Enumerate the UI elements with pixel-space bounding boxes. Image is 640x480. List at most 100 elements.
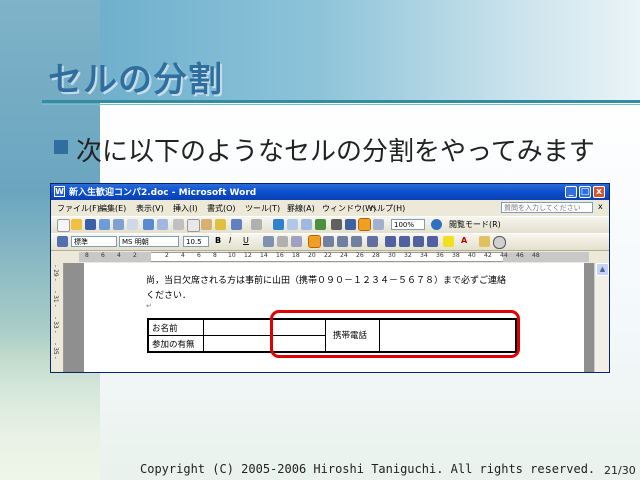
research-icon[interactable] bbox=[157, 219, 168, 230]
ruler-tick: 6 bbox=[101, 252, 105, 259]
increase-indent-icon[interactable] bbox=[427, 236, 438, 247]
cell-name-label[interactable]: お名前 bbox=[152, 322, 178, 334]
menu-format[interactable]: 書式(O) bbox=[207, 203, 236, 214]
bullet-square-icon bbox=[54, 140, 68, 154]
ruler-tick: 2 bbox=[165, 252, 169, 259]
scroll-up-button[interactable]: ▲ bbox=[596, 263, 609, 276]
paste-icon[interactable] bbox=[201, 219, 212, 230]
justify-icon[interactable] bbox=[351, 236, 362, 247]
italic-button[interactable]: I bbox=[229, 236, 231, 245]
table-col-divider bbox=[203, 320, 204, 351]
spelling-icon[interactable] bbox=[143, 219, 154, 230]
ruler-left-margin bbox=[79, 252, 151, 262]
numbering-icon[interactable] bbox=[385, 236, 396, 247]
close-document-icon[interactable]: x bbox=[598, 202, 603, 211]
ruler-tick: 26 bbox=[356, 252, 364, 259]
formatting-toolbar: 標準 MS 明朝 10.5 B I U A bbox=[51, 233, 609, 250]
show-hide-icon[interactable] bbox=[373, 219, 384, 230]
align-right-icon[interactable] bbox=[337, 236, 348, 247]
menu-edit[interactable]: 編集(E) bbox=[99, 203, 126, 214]
ruler-tick: 4 bbox=[181, 252, 185, 259]
hyperlink-icon[interactable] bbox=[273, 219, 284, 230]
ruler-tick: 18 bbox=[292, 252, 300, 259]
help-search-input[interactable]: 質問を入力してください bbox=[501, 202, 593, 213]
help-icon[interactable] bbox=[431, 219, 442, 230]
decrease-indent-icon[interactable] bbox=[413, 236, 424, 247]
ruler-tick: 10 bbox=[228, 252, 236, 259]
drawing-icon[interactable] bbox=[345, 219, 356, 230]
menu-table[interactable]: 罫線(A) bbox=[287, 203, 315, 214]
open-folder-icon[interactable] bbox=[71, 219, 82, 230]
line-spacing-icon[interactable] bbox=[367, 236, 378, 247]
ruler-tick: 14 bbox=[260, 252, 268, 259]
split-cell-highlight bbox=[270, 310, 520, 358]
ruler-tick: 32 bbox=[404, 252, 412, 259]
vruler-tick: - 33 - bbox=[52, 317, 59, 333]
undo-icon[interactable] bbox=[231, 219, 242, 230]
character-shading-icon[interactable] bbox=[277, 236, 288, 247]
style-select[interactable]: 標準 bbox=[71, 236, 117, 247]
ruler-tick: 34 bbox=[420, 252, 428, 259]
ruler-tick: 44 bbox=[500, 252, 508, 259]
font-color-button[interactable]: A bbox=[461, 236, 467, 245]
slide-title: セルの分割 bbox=[48, 60, 223, 100]
character-border-icon[interactable] bbox=[263, 236, 274, 247]
menu-insert[interactable]: 挿入(I) bbox=[173, 203, 198, 214]
print-preview-icon[interactable] bbox=[127, 219, 138, 230]
footer-copyright: Copyright (C) 2005-2006 Hiroshi Taniguch… bbox=[140, 462, 596, 476]
document-line-1[interactable]: 尚，当日欠席される方は事前に山田（携帯０９０－１２３４－５６７８）まで必ずご連絡 bbox=[146, 273, 506, 286]
copy-icon[interactable] bbox=[187, 219, 200, 232]
menu-bar: ファイル(F) 編集(E) 表示(V) 挿入(I) 書式(O) ツール(T) 罫… bbox=[51, 201, 609, 215]
styles-icon[interactable] bbox=[57, 236, 68, 247]
ruler-tick: 4 bbox=[117, 252, 121, 259]
vruler-tick: - 29 - bbox=[52, 265, 59, 281]
bold-button[interactable]: B bbox=[215, 236, 221, 245]
page-number: 21/30 bbox=[604, 464, 636, 477]
columns-icon[interactable] bbox=[331, 219, 342, 230]
cell-attend-label[interactable]: 参加の有無 bbox=[152, 338, 195, 350]
align-left-icon[interactable] bbox=[308, 235, 321, 248]
minimize-button[interactable]: _ bbox=[565, 186, 577, 198]
document-line-2[interactable]: ください． bbox=[146, 288, 191, 301]
window-title: 新入生歓迎コンパ2.doc - Microsoft Word bbox=[69, 188, 257, 198]
word-app-icon[interactable]: W bbox=[54, 186, 65, 197]
font-size-select[interactable]: 10.5 bbox=[183, 236, 209, 247]
vertical-scrollbar[interactable]: ▲ bbox=[594, 263, 609, 372]
close-button[interactable]: x bbox=[593, 186, 605, 198]
align-center-icon[interactable] bbox=[323, 236, 334, 247]
menu-tools[interactable]: ツール(T) bbox=[245, 203, 280, 214]
bullets-icon[interactable] bbox=[399, 236, 410, 247]
ruler-tick: 36 bbox=[436, 252, 444, 259]
insert-table-icon[interactable] bbox=[301, 219, 312, 230]
highlight-icon[interactable] bbox=[443, 236, 454, 247]
format-painter-icon[interactable] bbox=[215, 219, 226, 230]
ruler-tick: 16 bbox=[276, 252, 284, 259]
horizontal-ruler[interactable]: 8 6 4 2 2 4 6 8 10 12 14 16 18 20 22 24 … bbox=[51, 250, 609, 263]
new-document-icon[interactable] bbox=[57, 219, 70, 232]
print-icon[interactable] bbox=[113, 219, 124, 230]
document-map-icon[interactable] bbox=[358, 218, 371, 231]
ruler-tick: 48 bbox=[532, 252, 540, 259]
ruler-tick: 46 bbox=[516, 252, 524, 259]
maximize-button[interactable]: □ bbox=[579, 186, 591, 198]
window-titlebar[interactable]: W 新入生歓迎コンパ2.doc - Microsoft Word _ □ x bbox=[51, 184, 609, 200]
tables-borders-icon[interactable] bbox=[287, 219, 298, 230]
phonetic-guide-icon[interactable] bbox=[479, 236, 490, 247]
save-icon[interactable] bbox=[85, 219, 96, 230]
cut-icon[interactable] bbox=[173, 219, 184, 230]
permission-icon[interactable] bbox=[99, 219, 110, 230]
underline-button[interactable]: U bbox=[243, 236, 249, 245]
menu-view[interactable]: 表示(V) bbox=[136, 203, 164, 214]
bullet-text: 次に以下のようなセルの分割をやってみます bbox=[76, 137, 595, 167]
menu-help[interactable]: ヘルプ(H) bbox=[369, 203, 405, 214]
title-underline-thin bbox=[42, 104, 640, 105]
menu-file[interactable]: ファイル(F) bbox=[57, 203, 100, 214]
font-select[interactable]: MS 明朝 bbox=[119, 236, 179, 247]
enclose-characters-icon[interactable] bbox=[493, 236, 506, 249]
vertical-ruler[interactable]: - 29 - - 31 - - 33 - - 35 - bbox=[51, 263, 64, 372]
insert-excel-icon[interactable] bbox=[315, 219, 326, 230]
reading-mode-button[interactable]: 閲覧モード(R) bbox=[449, 219, 501, 230]
zoom-select[interactable]: 100% bbox=[391, 219, 425, 230]
character-scale-icon[interactable] bbox=[291, 236, 302, 247]
redo-icon[interactable] bbox=[251, 219, 262, 230]
